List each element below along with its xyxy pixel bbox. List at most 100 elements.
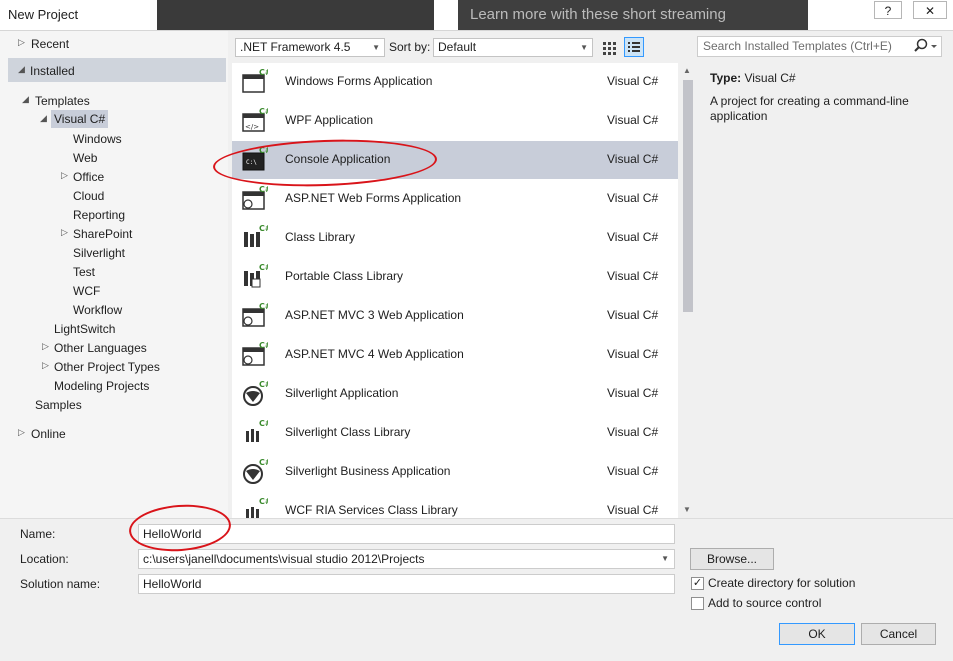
close-button[interactable]: ✕ bbox=[913, 1, 947, 19]
tree-item-wcf[interactable]: WCF bbox=[73, 282, 100, 300]
tree-item-office[interactable]: Office bbox=[73, 168, 104, 186]
name-input[interactable]: HelloWorld bbox=[138, 524, 675, 544]
tree-item-lightswitch[interactable]: LightSwitch bbox=[54, 320, 115, 338]
sort-select[interactable]: Default ▼ bbox=[433, 38, 593, 57]
wpf-icon: </> C# bbox=[242, 107, 268, 132]
template-row[interactable]: C# Class Library Visual C# bbox=[232, 219, 678, 257]
tree-item-reporting[interactable]: Reporting bbox=[73, 206, 125, 224]
collapse-arrow-icon[interactable]: ◢ bbox=[40, 113, 47, 124]
tree-item-other-project-types[interactable]: Other Project Types bbox=[54, 358, 160, 376]
svg-text:C#: C# bbox=[259, 458, 268, 467]
expand-arrow-icon[interactable]: ▷ bbox=[18, 427, 25, 438]
svg-text:C#: C# bbox=[259, 68, 268, 77]
template-name: Class Library bbox=[285, 230, 356, 244]
small-icons-view-button[interactable] bbox=[600, 38, 619, 57]
details-type: Type: Visual C# bbox=[710, 71, 796, 85]
template-row-selected[interactable]: C:\ C# Console Application Visual C# bbox=[232, 141, 678, 179]
chevron-down-icon[interactable]: ▼ bbox=[661, 550, 669, 568]
template-row[interactable]: C# ASP.NET MVC 4 Web Application Visual … bbox=[232, 336, 678, 374]
template-name: WCF RIA Services Class Library bbox=[285, 503, 458, 517]
svg-text:C#: C# bbox=[259, 224, 268, 233]
windows-forms-icon: C# bbox=[242, 68, 268, 93]
tree-item-web[interactable]: Web bbox=[73, 149, 97, 167]
template-row[interactable]: C# Silverlight Class Library Visual C# bbox=[232, 414, 678, 452]
tree-item-templates[interactable]: Templates bbox=[35, 92, 90, 110]
template-list: C# Windows Forms Application Visual C# <… bbox=[232, 63, 678, 518]
template-name: ASP.NET Web Forms Application bbox=[285, 191, 462, 205]
template-language: Visual C# bbox=[607, 113, 659, 127]
svg-text:C#: C# bbox=[259, 185, 268, 194]
svg-text:C#: C# bbox=[259, 497, 268, 506]
template-language: Visual C# bbox=[607, 191, 659, 205]
template-row[interactable]: </> C# WPF Application Visual C# bbox=[232, 102, 678, 140]
template-language: Visual C# bbox=[607, 425, 659, 439]
help-button[interactable]: ? bbox=[874, 1, 902, 19]
template-language: Visual C# bbox=[607, 308, 659, 322]
solution-name-input[interactable]: HelloWorld bbox=[138, 574, 675, 594]
svg-text:C#: C# bbox=[259, 419, 268, 428]
collapse-arrow-icon[interactable]: ◢ bbox=[22, 94, 29, 105]
tree-item-test[interactable]: Test bbox=[73, 263, 95, 281]
scrollbar-thumb[interactable] bbox=[683, 80, 693, 312]
location-combobox[interactable]: c:\users\janell\documents\visual studio … bbox=[138, 549, 675, 569]
tree-item-modeling-projects[interactable]: Modeling Projects bbox=[54, 377, 149, 395]
tree-item-visual-csharp[interactable]: Visual C# bbox=[51, 110, 109, 128]
framework-select-value: .NET Framework 4.5 bbox=[240, 40, 351, 54]
template-tree: ▷ Recent ◢ Installed ◢ Templates ◢ Visua… bbox=[0, 31, 228, 518]
search-icon[interactable] bbox=[914, 37, 940, 55]
scroll-down-icon[interactable]: ▼ bbox=[683, 505, 691, 514]
tree-item-windows[interactable]: Windows bbox=[73, 130, 122, 148]
expand-arrow-icon[interactable]: ▷ bbox=[61, 170, 68, 181]
sort-by-label: Sort by: bbox=[389, 40, 431, 54]
tree-item-installed[interactable]: Installed bbox=[30, 62, 75, 80]
browse-button[interactable]: Browse... bbox=[690, 548, 774, 570]
template-row[interactable]: C# ASP.NET Web Forms Application Visual … bbox=[232, 180, 678, 218]
template-name: Silverlight Application bbox=[285, 386, 399, 400]
cancel-button[interactable]: Cancel bbox=[861, 623, 936, 645]
tree-item-recent[interactable]: Recent bbox=[31, 35, 69, 53]
tree-item-workflow[interactable]: Workflow bbox=[73, 301, 122, 319]
scroll-up-icon[interactable]: ▲ bbox=[683, 66, 691, 75]
template-language: Visual C# bbox=[607, 230, 659, 244]
silverlight-icon: C# bbox=[243, 380, 268, 406]
template-row[interactable]: C# ASP.NET MVC 3 Web Application Visual … bbox=[232, 297, 678, 335]
ok-button[interactable]: OK bbox=[779, 623, 855, 645]
template-name: Portable Class Library bbox=[285, 269, 404, 283]
template-name: Console Application bbox=[285, 152, 391, 166]
grid-view-icon bbox=[603, 42, 616, 55]
template-language: Visual C# bbox=[607, 269, 659, 283]
template-row[interactable]: C# Windows Forms Application Visual C# bbox=[232, 63, 678, 101]
template-name: ASP.NET MVC 4 Web Application bbox=[285, 347, 464, 361]
template-row[interactable]: C# Silverlight Application Visual C# bbox=[232, 375, 678, 413]
mvc4-icon: C# bbox=[242, 341, 268, 366]
collapse-arrow-icon[interactable]: ◢ bbox=[18, 64, 25, 75]
details-description: A project for creating a command-line ap… bbox=[710, 94, 909, 123]
expand-arrow-icon[interactable]: ▷ bbox=[18, 37, 25, 48]
template-row[interactable]: C# Silverlight Business Application Visu… bbox=[232, 453, 678, 491]
create-directory-checkbox[interactable]: ✓ bbox=[691, 577, 704, 590]
expand-arrow-icon[interactable]: ▷ bbox=[42, 341, 49, 352]
location-label: Location: bbox=[20, 552, 69, 566]
tree-item-sharepoint[interactable]: SharePoint bbox=[73, 225, 132, 243]
tree-item-other-languages[interactable]: Other Languages bbox=[54, 339, 147, 357]
tree-item-samples[interactable]: Samples bbox=[35, 396, 82, 414]
expand-arrow-icon[interactable]: ▷ bbox=[42, 360, 49, 371]
list-view-button[interactable] bbox=[624, 37, 644, 57]
template-name: ASP.NET MVC 3 Web Application bbox=[285, 308, 464, 322]
framework-select[interactable]: .NET Framework 4.5 ▼ bbox=[235, 38, 385, 57]
template-row[interactable]: C# WCF RIA Services Class Library Visual… bbox=[232, 492, 678, 518]
sort-select-value: Default bbox=[438, 40, 477, 54]
search-placeholder: Search Installed Templates (Ctrl+E) bbox=[703, 39, 892, 53]
mvc3-icon: C# bbox=[242, 302, 268, 327]
template-row[interactable]: C# Portable Class Library Visual C# bbox=[232, 258, 678, 296]
chevron-down-icon: ▼ bbox=[372, 43, 380, 52]
template-language: Visual C# bbox=[607, 347, 659, 361]
console-icon: C:\ C# bbox=[242, 146, 268, 171]
tree-item-online[interactable]: Online bbox=[31, 425, 66, 443]
expand-arrow-icon[interactable]: ▷ bbox=[61, 227, 68, 238]
source-control-checkbox[interactable] bbox=[691, 597, 704, 610]
tree-item-silverlight[interactable]: Silverlight bbox=[73, 244, 125, 262]
template-language: Visual C# bbox=[607, 152, 659, 166]
tree-item-cloud[interactable]: Cloud bbox=[73, 187, 104, 205]
svg-text:C#: C# bbox=[259, 107, 268, 116]
